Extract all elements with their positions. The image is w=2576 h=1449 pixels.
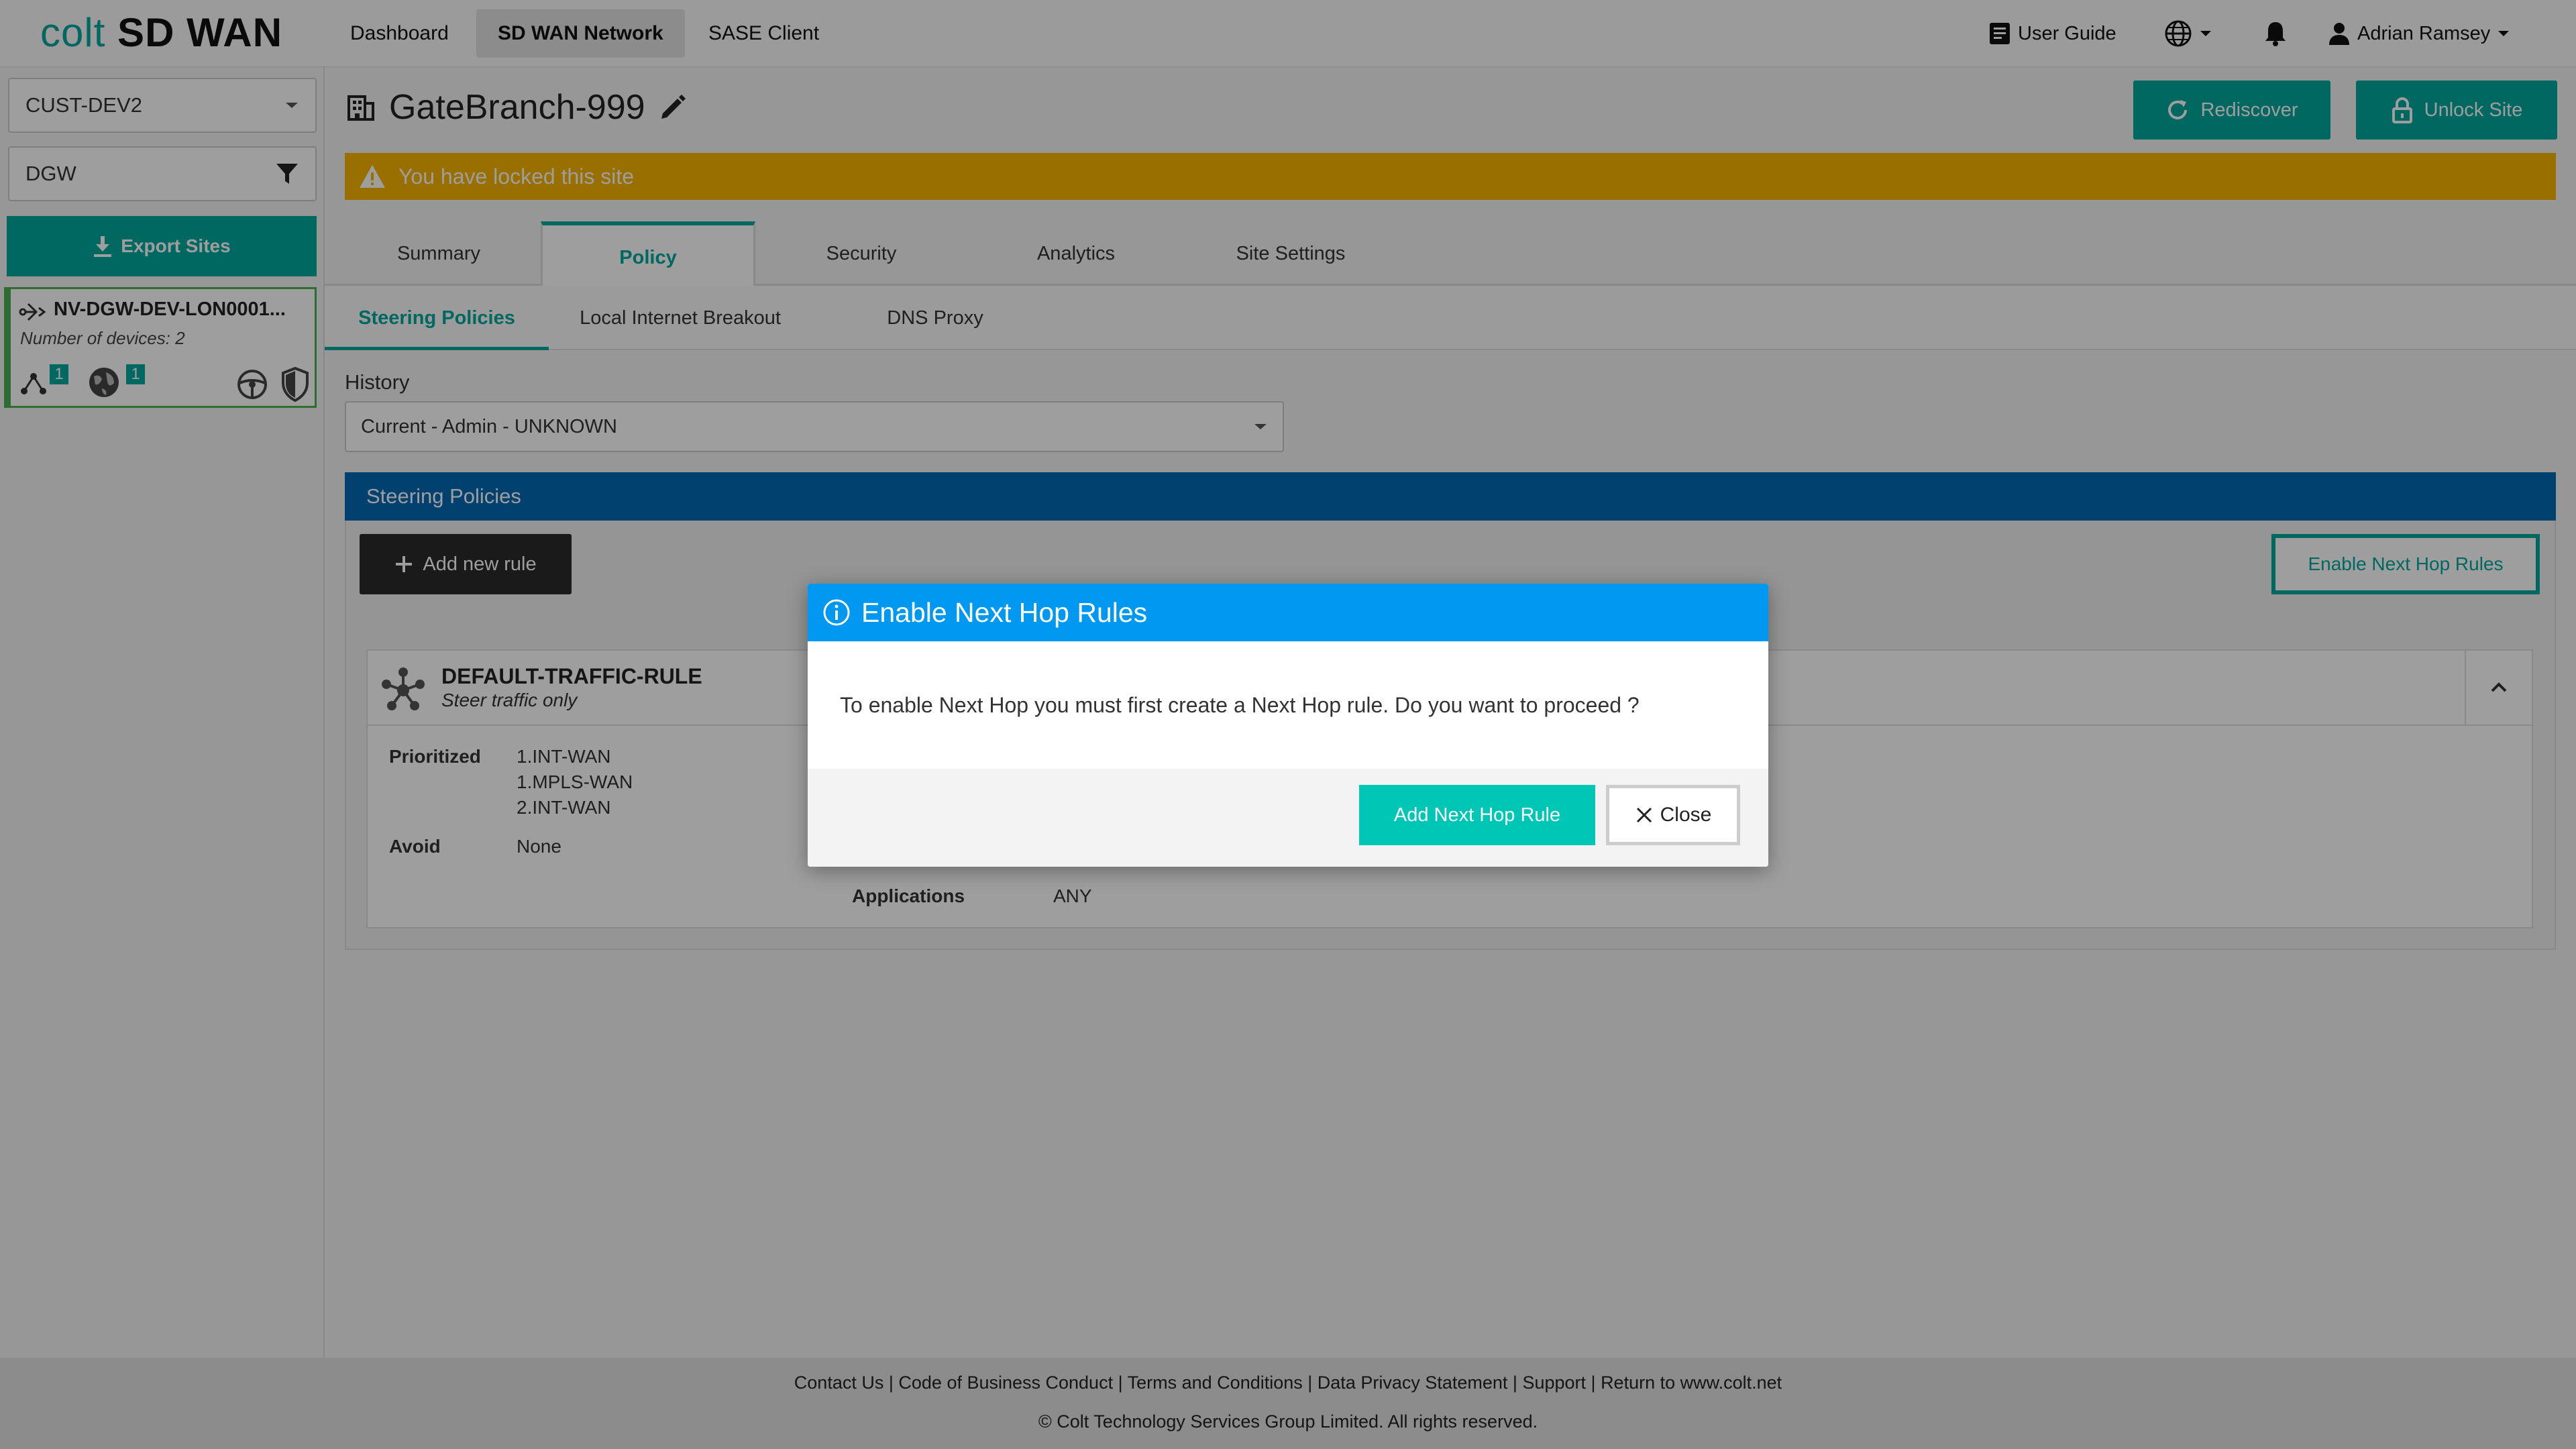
- dialog-body: To enable Next Hop you must first create…: [808, 641, 1768, 769]
- dialog-title: Enable Next Hop Rules: [861, 596, 1148, 628]
- close-icon: [1635, 806, 1654, 824]
- add-next-hop-rule-button[interactable]: Add Next Hop Rule: [1359, 785, 1595, 845]
- dialog-message: To enable Next Hop you must first create…: [840, 692, 1640, 717]
- close-label: Close: [1660, 804, 1712, 826]
- info-icon: [822, 598, 851, 627]
- dialog-footer: Add Next Hop Rule Close: [808, 769, 1768, 867]
- enable-next-hop-dialog: Enable Next Hop Rules To enable Next Hop…: [808, 584, 1768, 867]
- dialog-header: Enable Next Hop Rules: [808, 584, 1768, 641]
- close-button[interactable]: Close: [1606, 785, 1740, 845]
